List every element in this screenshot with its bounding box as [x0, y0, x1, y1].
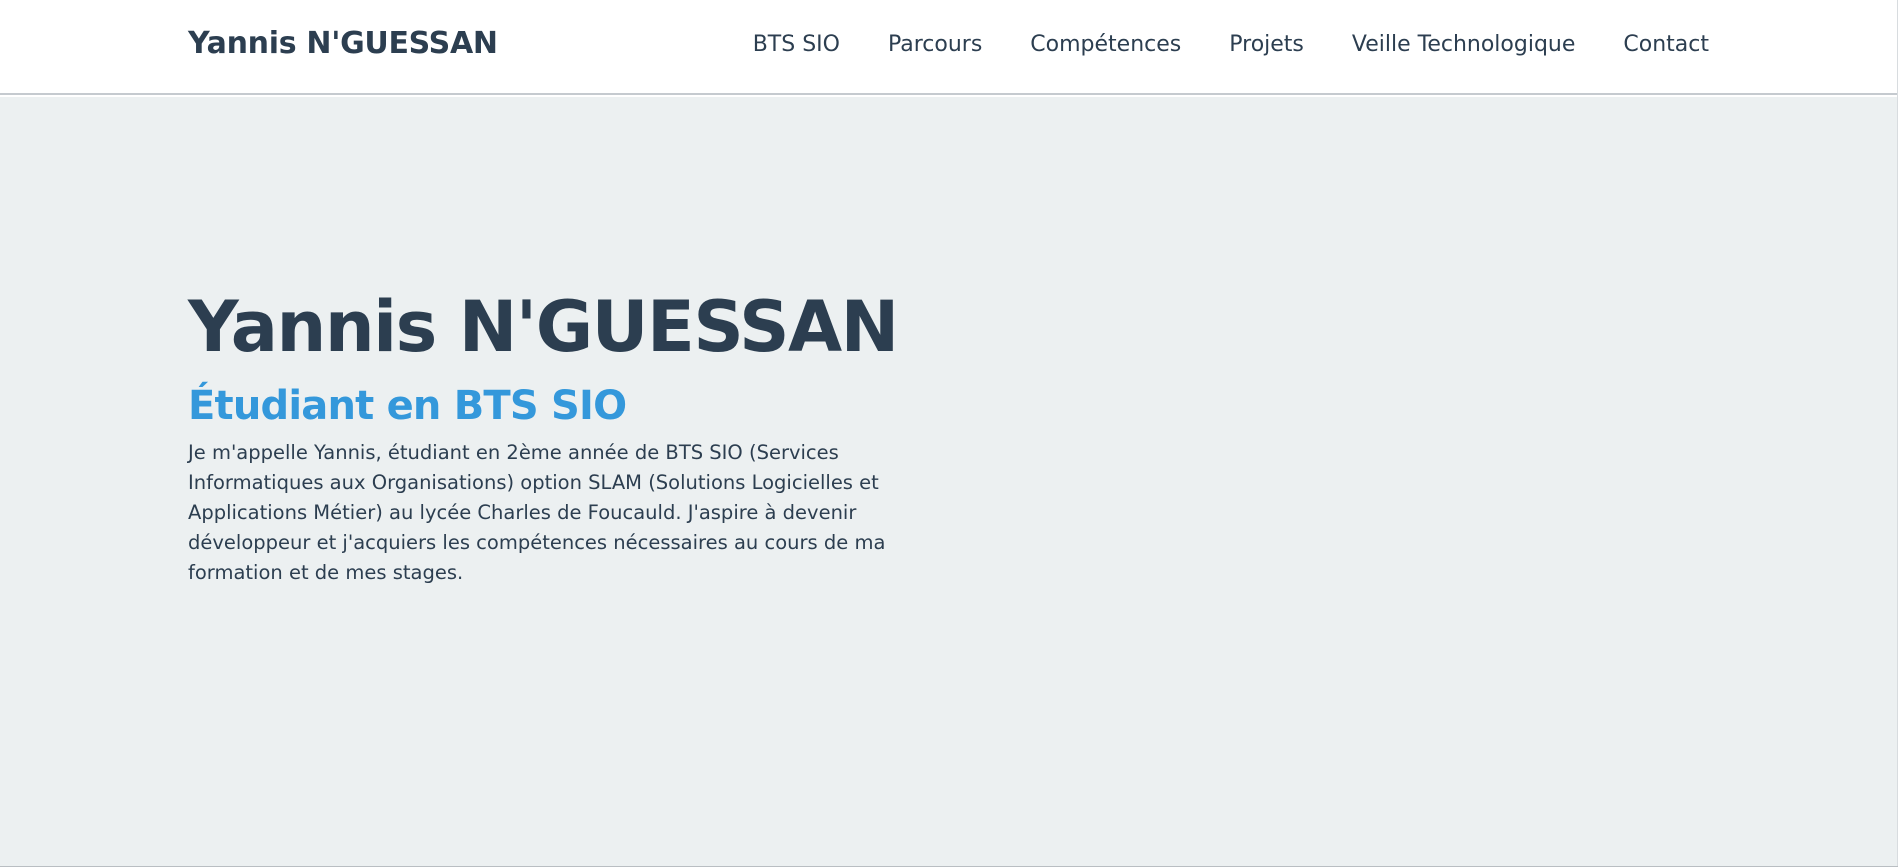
site-brand[interactable]: Yannis N'GUESSAN — [188, 26, 498, 61]
hero-subtitle: Étudiant en BTS SIO — [188, 382, 627, 429]
hero-title: Yannis N'GUESSAN — [188, 286, 899, 368]
main-nav: BTS SIO Parcours Compétences Projets Vei… — [753, 32, 1709, 57]
browser-viewport: Yannis N'GUESSAN BTS SIO Parcours Compét… — [0, 0, 1898, 867]
site-header: Yannis N'GUESSAN BTS SIO Parcours Compét… — [0, 0, 1898, 95]
hero-section: Yannis N'GUESSAN Étudiant en BTS SIO Je … — [0, 97, 1898, 867]
nav-link-bts-sio[interactable]: BTS SIO — [753, 32, 840, 57]
nav-link-veille-technologique[interactable]: Veille Technologique — [1352, 32, 1576, 57]
portfolio-page: Yannis N'GUESSAN BTS SIO Parcours Compét… — [0, 0, 1898, 867]
nav-link-parcours[interactable]: Parcours — [888, 32, 982, 57]
hero-description: Je m'appelle Yannis, étudiant en 2ème an… — [188, 440, 886, 584]
hero-content: Yannis N'GUESSAN Étudiant en BTS SIO Je … — [188, 287, 928, 588]
nav-link-competences[interactable]: Compétences — [1030, 32, 1181, 57]
nav-link-projets[interactable]: Projets — [1229, 32, 1304, 57]
nav-link-contact[interactable]: Contact — [1623, 32, 1709, 57]
